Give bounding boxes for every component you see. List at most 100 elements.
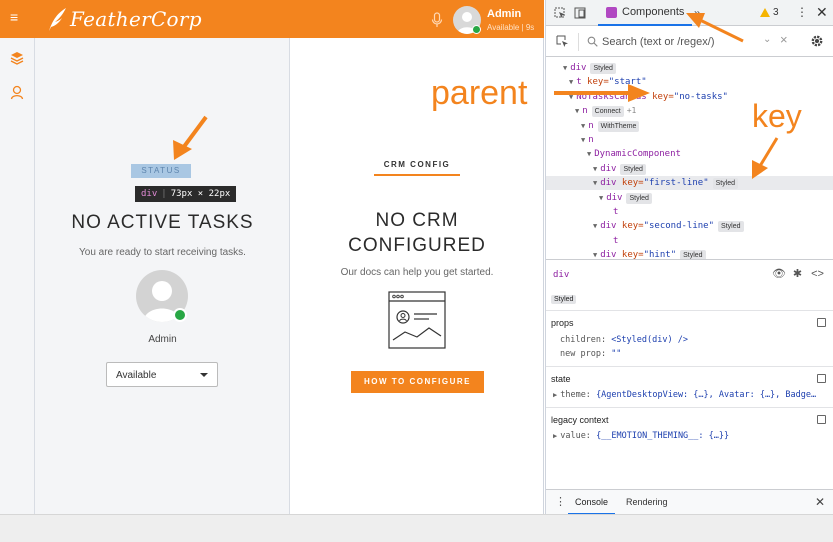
expand-arrow-icon[interactable]: ▼	[593, 222, 597, 230]
legacy-row[interactable]: ▶ value: {__EMOTION_THEMING__: {…}}	[553, 431, 729, 441]
select-component-icon[interactable]	[556, 35, 569, 48]
search-icon	[587, 36, 598, 47]
clear-search-icon[interactable]: ×	[780, 32, 788, 47]
chevron-down-icon[interactable]: ⌄	[763, 34, 771, 45]
layers-icon[interactable]	[9, 50, 25, 66]
warnings-indicator[interactable]: 3	[760, 7, 779, 18]
logo: FeatherCorp	[46, 4, 202, 34]
user-name: Admin	[487, 8, 522, 20]
view-source-icon[interactable]: <>	[811, 268, 824, 281]
device-toolbar-icon[interactable]	[574, 7, 586, 19]
devtools-panel: Components » 3 ⋮ ✕ ⌄ × ▼divStyled▼t key=…	[545, 0, 833, 515]
tree-row[interactable]: t	[546, 234, 833, 248]
expand-arrow-icon[interactable]: ▼	[593, 251, 597, 259]
divider	[578, 33, 579, 51]
agent-icon[interactable]	[9, 84, 25, 100]
feather-icon	[49, 8, 66, 31]
tree-row[interactable]: t	[546, 205, 833, 219]
user-status: Available | 9s	[487, 23, 535, 32]
element-inspect-tooltip: div | 73px × 22px	[135, 186, 237, 202]
key-value: hint	[649, 250, 671, 259]
drawer-close-icon[interactable]: ✕	[815, 495, 825, 509]
expand-arrow-icon[interactable]: ▼	[599, 194, 603, 202]
copy-icon[interactable]	[817, 415, 826, 424]
expand-arrow-icon[interactable]: ▼	[575, 107, 579, 115]
inspect-size: 73px × 22px	[170, 189, 231, 199]
state-row[interactable]: ▶ theme: {AgentDesktopView: {…}, Avatar: …	[553, 390, 816, 400]
key-attr: key=	[616, 250, 644, 259]
tree-row[interactable]: ▼ div key="second-line" Styled	[546, 219, 833, 233]
expand-arrow-icon[interactable]: ▼	[563, 64, 567, 72]
hoc-badge: Styled	[626, 192, 652, 204]
expand-arrow-icon[interactable]: ▼	[587, 150, 591, 158]
availability-dropdown[interactable]: Available	[106, 362, 218, 387]
devtools-menu-icon[interactable]: ⋮	[796, 5, 808, 19]
expand-arrow-icon[interactable]: ▼	[593, 179, 597, 187]
expand-arrow-icon[interactable]: ▼	[593, 165, 597, 173]
component-detail-pane: div 👁 ✱ <> Styled props children: <Style…	[546, 259, 833, 489]
eye-icon[interactable]: 👁	[772, 268, 786, 281]
divider	[546, 310, 833, 311]
tree-row[interactable]: ▼ div Styled	[546, 162, 833, 176]
tree-row[interactable]: ▼ div key="hint" Styled	[546, 248, 833, 259]
expand-arrow-icon[interactable]: ▼	[569, 93, 573, 101]
devtools-tab-bar: Components » 3 ⋮ ✕	[546, 0, 833, 26]
hoc-badge: Styled	[620, 163, 646, 175]
copy-icon[interactable]	[817, 318, 826, 327]
tab-rendering[interactable]: Rendering	[626, 490, 668, 515]
prop-key: children:	[560, 335, 607, 345]
copy-icon[interactable]	[817, 374, 826, 383]
crm-title: NO CRM CONFIGURED	[291, 208, 543, 258]
component-name: NoTasksCanvas	[576, 91, 647, 102]
hoc-badge: WithTheme	[597, 120, 640, 132]
expand-arrow-icon[interactable]: ▼	[581, 122, 585, 130]
gear-icon[interactable]	[810, 34, 824, 48]
tree-row[interactable]: ▼ div Styled	[546, 61, 833, 75]
window-bottom-strip	[0, 514, 833, 542]
component-search-bar: ⌄ ×	[546, 27, 833, 57]
inspect-element-icon[interactable]	[554, 7, 566, 19]
annotation-parent: parent	[431, 74, 528, 112]
online-status-dot	[472, 25, 481, 34]
component-name: t	[613, 207, 619, 217]
key-value: first-line	[649, 178, 704, 189]
prop-key: new prop:	[560, 349, 607, 359]
bug-icon[interactable]: ✱	[791, 268, 804, 281]
tree-row[interactable]: ▼ n	[546, 133, 833, 147]
how-to-configure-button[interactable]: HOW TO CONFIGURE	[351, 371, 484, 393]
key-attr: key=	[646, 91, 674, 102]
prop-row[interactable]: new prop: ""	[560, 349, 621, 359]
component-name: div	[606, 192, 623, 203]
devtools-close-icon[interactable]: ✕	[816, 4, 828, 21]
hoc-badge: Styled	[680, 250, 706, 259]
hamburger-menu-icon[interactable]: ≡	[10, 10, 24, 24]
component-name: DynamicComponent	[594, 149, 681, 160]
inspect-tag: div	[141, 189, 158, 199]
tree-row[interactable]: ▼ t key="start"	[546, 75, 833, 89]
availability-value: Available	[116, 370, 157, 381]
expand-arrow-icon[interactable]: ▼	[569, 78, 573, 86]
tree-row[interactable]: ▼ div Styled	[546, 191, 833, 205]
selected-component-name: div	[553, 270, 570, 280]
expand-arrow-icon: ▶	[553, 432, 558, 440]
component-tree: ▼ div Styled ▼ t key="start" ▼ NoTasksCanvas k…	[546, 57, 833, 259]
tree-row[interactable]: ▼ DynamicComponent	[546, 147, 833, 161]
no-tasks-title: NO ACTIVE TASKS	[71, 212, 254, 233]
caret-down-icon	[200, 373, 208, 377]
online-status-dot	[173, 308, 187, 322]
expand-arrow-icon[interactable]: ▼	[581, 136, 585, 144]
tab-console[interactable]: Console	[568, 490, 616, 515]
prop-row[interactable]: children: <Styled(div) />	[560, 335, 688, 345]
microphone-icon[interactable]	[431, 12, 443, 28]
key-attr: key=	[616, 178, 644, 189]
drawer-menu-icon[interactable]: ⋮	[555, 495, 566, 508]
state-key: theme:	[560, 390, 591, 400]
tab-components[interactable]: Components	[598, 0, 693, 26]
tree-row[interactable]: ▼ div key="first-line" Styled	[546, 176, 833, 191]
search-input[interactable]	[602, 33, 752, 51]
divider	[546, 407, 833, 408]
component-name: div	[570, 63, 587, 73]
divider	[546, 366, 833, 367]
key-value: second-line	[649, 221, 709, 232]
more-tabs-button[interactable]: »	[694, 6, 701, 20]
